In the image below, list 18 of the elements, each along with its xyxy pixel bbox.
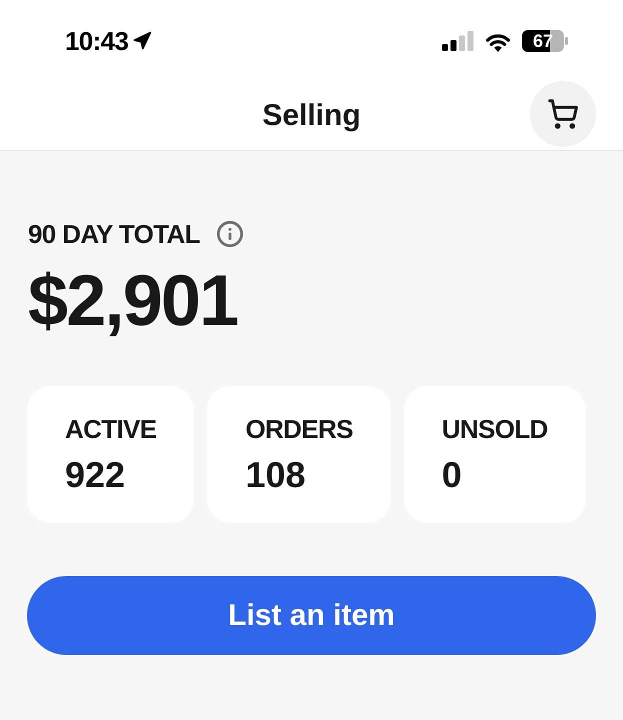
page-title: Selling <box>262 101 361 131</box>
location-arrow-icon <box>132 31 152 51</box>
stat-card[interactable]: UNSOLD 0 <box>404 386 586 523</box>
list-item-button[interactable]: List an item <box>27 576 596 655</box>
stat-value: 108 <box>245 455 307 495</box>
stat-value: 922 <box>65 455 126 495</box>
stat-label: ORDERS <box>245 414 353 444</box>
signal-icon <box>442 31 474 51</box>
stat-value: 0 <box>442 455 463 495</box>
status-time: 10:43 <box>65 28 128 54</box>
cart-icon <box>547 98 579 130</box>
stat-label: UNSOLD <box>442 414 548 444</box>
info-icon[interactable] <box>216 220 244 248</box>
summary-amount: $2,901 <box>28 265 238 337</box>
stat-label: ACTIVE <box>65 414 156 444</box>
stat-card[interactable]: ACTIVE 922 <box>27 386 194 523</box>
summary-label: 90 DAY TOTAL <box>28 219 200 249</box>
stat-card[interactable]: ORDERS 108 <box>207 386 391 523</box>
